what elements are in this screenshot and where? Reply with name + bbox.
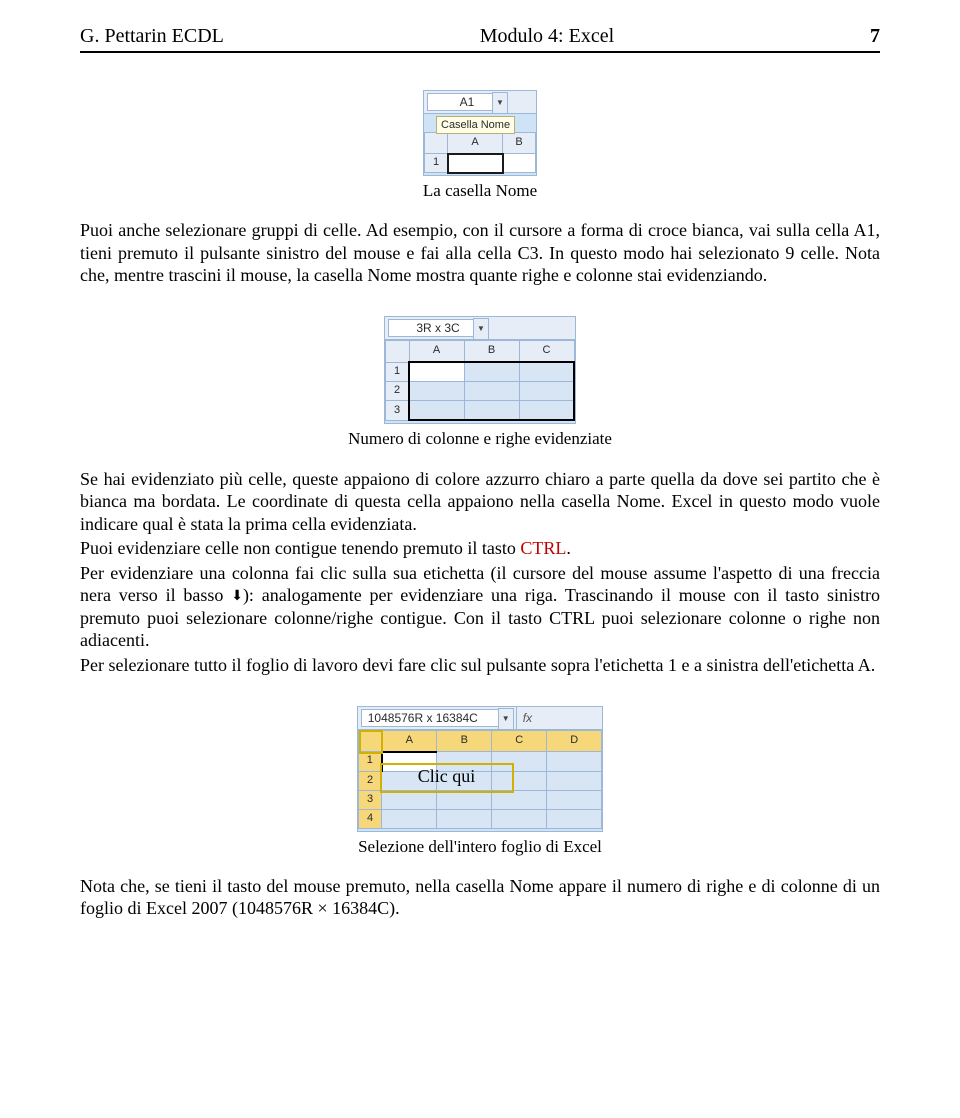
- row-header: 4: [358, 809, 382, 828]
- col-header: A: [382, 730, 437, 752]
- cell: [382, 790, 437, 809]
- header-center: Modulo 4: Excel: [224, 24, 870, 49]
- select-all-corner: [425, 133, 448, 154]
- cell: [547, 771, 602, 790]
- cell: [409, 362, 464, 382]
- row-header: 1: [386, 362, 410, 382]
- cell: [519, 362, 574, 382]
- col-header: B: [464, 341, 519, 363]
- cell: [492, 752, 547, 772]
- dropdown-icon: ▼: [492, 92, 508, 114]
- cell: [492, 790, 547, 809]
- text-run: Puoi evidenziare celle non contigue tene…: [80, 538, 520, 558]
- col-header: D: [547, 730, 602, 752]
- cell: [547, 809, 602, 828]
- col-header: A: [448, 133, 503, 154]
- paragraph: Puoi anche selezionare gruppi di celle. …: [80, 219, 880, 287]
- cell: [547, 752, 602, 772]
- overlay-click-here: Clic qui: [418, 765, 476, 788]
- cell: [519, 401, 574, 421]
- dropdown-icon: ▼: [473, 318, 489, 340]
- cell: [547, 790, 602, 809]
- cell: [437, 790, 492, 809]
- namebox: 1048576R x 16384C ▼: [361, 709, 513, 727]
- cell: [437, 809, 492, 828]
- cell: [409, 382, 464, 401]
- fx-label: fx: [516, 707, 538, 729]
- row-header: 1: [358, 752, 382, 772]
- cell: [492, 809, 547, 828]
- col-header: C: [519, 341, 574, 363]
- header-left: G. Pettarin ECDL: [80, 24, 224, 49]
- row-header: 3: [386, 401, 410, 421]
- row-header: 2: [386, 382, 410, 401]
- figure-selection-3x3: 3R x 3C ▼ A B C 1 2: [80, 315, 880, 424]
- figure-caption: Selezione dell'intero foglio di Excel: [80, 836, 880, 857]
- namebox-value: 3R x 3C: [416, 321, 459, 335]
- namebox-tooltip: Casella Nome: [436, 116, 515, 134]
- row-header: 1: [425, 154, 448, 173]
- namebox-value: A1: [460, 95, 475, 109]
- cell: [409, 401, 464, 421]
- col-header: A: [409, 341, 464, 363]
- figure-select-all-sheet: 1048576R x 16384C ▼ fx A B C D 1 2: [80, 705, 880, 832]
- dropdown-icon: ▼: [498, 708, 514, 730]
- figure-namebox-single: A1 ▼ Casella Nome A B 1: [80, 89, 880, 176]
- paragraph: Puoi evidenziare celle non contigue tene…: [80, 537, 880, 560]
- cell: [464, 382, 519, 401]
- cell: [503, 154, 536, 173]
- namebox: 3R x 3C ▼: [388, 319, 488, 337]
- down-arrow-icon: ⬇: [231, 590, 243, 604]
- namebox-value: 1048576R x 16384C: [368, 711, 478, 725]
- cell: [382, 809, 437, 828]
- cell-a1: [448, 154, 503, 173]
- cell: [464, 362, 519, 382]
- cell: [464, 401, 519, 421]
- header-right: 7: [870, 24, 880, 49]
- cell: [492, 771, 547, 790]
- text-run: .: [566, 538, 571, 558]
- cell: [519, 382, 574, 401]
- select-all-corner: [358, 730, 382, 752]
- col-header: B: [437, 730, 492, 752]
- figure-caption: Numero di colonne e righe evidenziate: [80, 428, 880, 449]
- ctrl-key-text: CTRL: [520, 538, 566, 558]
- paragraph: Se hai evidenziato più celle, queste app…: [80, 468, 880, 536]
- col-header: B: [503, 133, 536, 154]
- row-header: 3: [358, 790, 382, 809]
- select-all-corner: [386, 341, 410, 363]
- figure-caption: La casella Nome: [80, 180, 880, 201]
- row-header: 2: [358, 771, 382, 790]
- paragraph: Per evidenziare una colonna fai clic sul…: [80, 562, 880, 652]
- paragraph: Per selezionare tutto il foglio di lavor…: [80, 654, 880, 677]
- col-header: C: [492, 730, 547, 752]
- paragraph: Nota che, se tieni il tasto del mouse pr…: [80, 875, 880, 920]
- namebox: A1 ▼ Casella Nome: [427, 93, 507, 111]
- page-header: G. Pettarin ECDL Modulo 4: Excel 7: [80, 24, 880, 53]
